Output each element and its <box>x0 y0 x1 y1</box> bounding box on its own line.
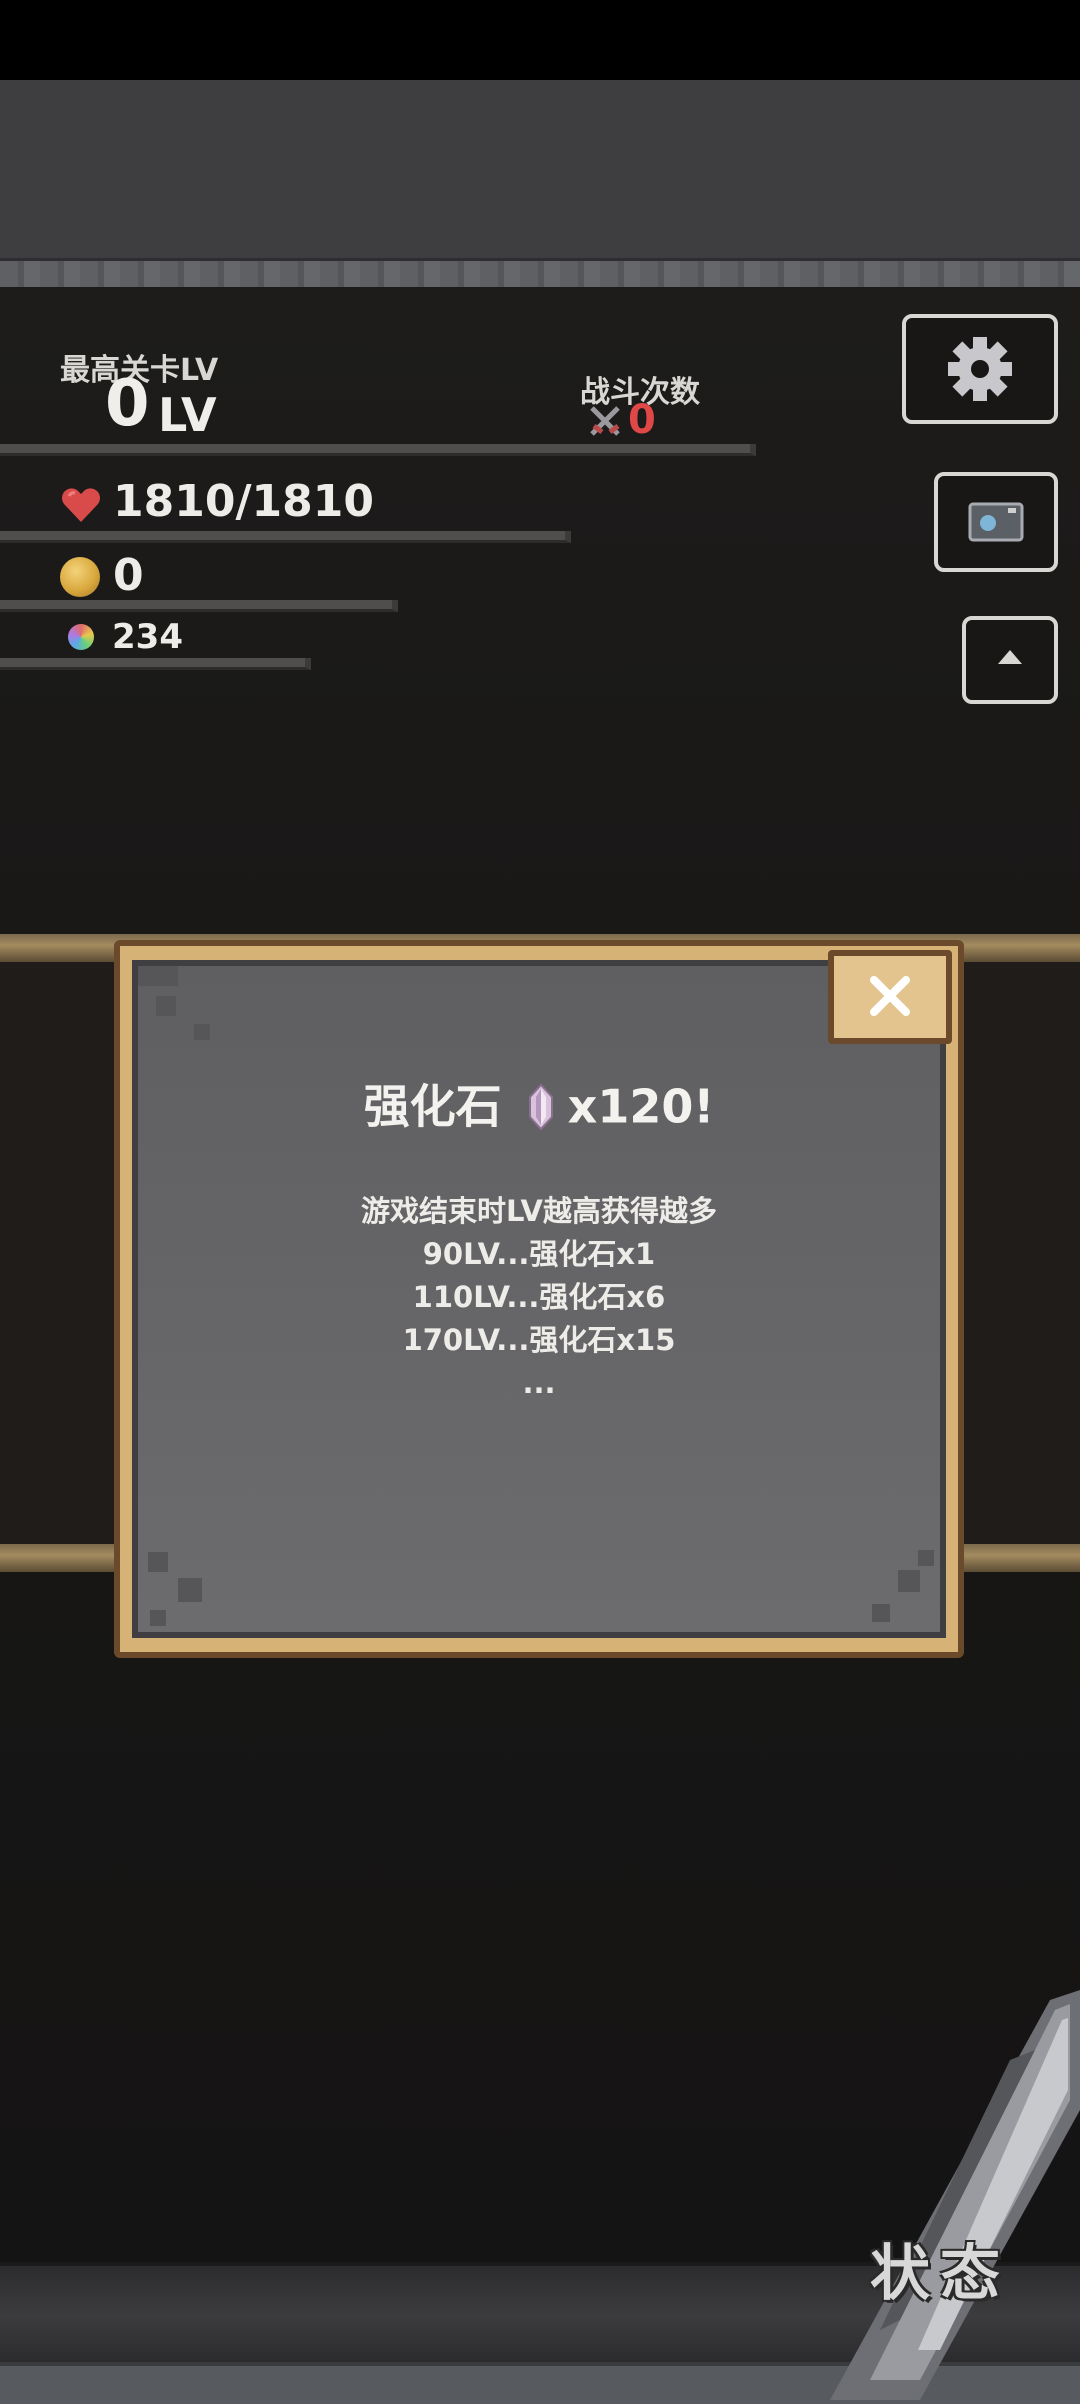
heart-icon <box>62 488 100 522</box>
reward-count: x120! <box>567 1079 715 1134</box>
max-stage-value: 0 <box>105 367 150 441</box>
coin-icon <box>60 557 100 597</box>
status-tab[interactable]: 状态 <box>870 2225 1010 2312</box>
crossed-swords-icon <box>590 406 620 436</box>
sword-icon <box>830 1990 1080 2400</box>
reward-name: 强化石 <box>363 1079 502 1134</box>
coin-bar <box>0 600 398 612</box>
crystal-icon <box>528 1083 553 1130</box>
dialog-line: 游戏结束时LV越高获得越多 <box>361 1194 717 1228</box>
dialog-body: 游戏结束时LV越高获得越多 90LV...强化石x1 110LV...强化石x6… <box>132 1190 946 1405</box>
dialog-line: 170LV...强化石x15 <box>402 1323 676 1357</box>
top-banner <box>0 80 1080 258</box>
triangle-up-icon <box>998 650 1022 664</box>
dialog-line: 110LV...强化石x6 <box>412 1280 666 1314</box>
rainbow-gem-icon <box>68 624 94 650</box>
settings-button[interactable] <box>902 314 1058 424</box>
camera-button[interactable] <box>934 472 1058 572</box>
close-button[interactable] <box>828 950 952 1044</box>
close-icon <box>870 976 910 1016</box>
dialog-line: ... <box>522 1366 556 1400</box>
dialog-title: 强化石 x120! <box>132 1080 946 1131</box>
coin-value: 0 <box>113 550 144 601</box>
hp-value: 1810/1810 <box>113 476 374 527</box>
dialog-line: 90LV...强化石x1 <box>422 1237 656 1271</box>
system-status-bar <box>0 0 1080 80</box>
battle-count-value: 0 <box>628 397 656 443</box>
camera-icon <box>968 502 1024 542</box>
max-stage-unit: LV <box>158 388 217 442</box>
stage-progress-bar <box>0 444 756 456</box>
hp-bar <box>0 531 571 543</box>
gear-icon <box>948 337 1012 401</box>
top-divider-strip <box>0 258 1080 290</box>
gem-value: 234 <box>112 617 183 657</box>
gem-bar <box>0 658 311 670</box>
scroll-up-button[interactable] <box>962 616 1058 704</box>
